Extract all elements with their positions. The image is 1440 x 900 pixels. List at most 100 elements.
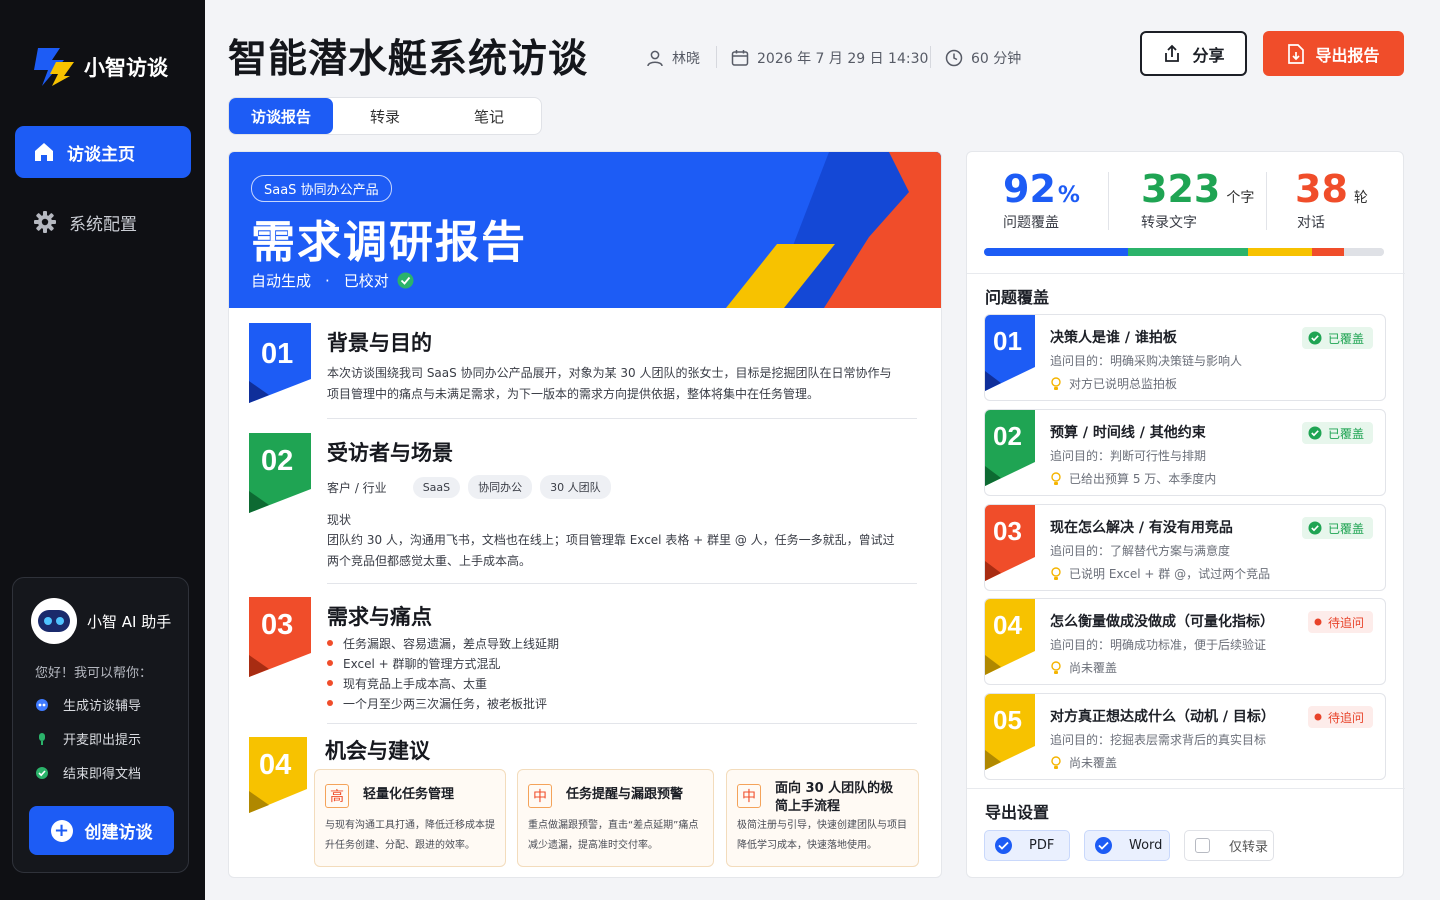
section-number-badge: 02 — [249, 433, 311, 513]
sidebar-item-home[interactable]: 访谈主页 — [15, 126, 191, 178]
coverage-panel: 92% 问题覆盖 323 个字 转录文字 38 轮 对话 问题覆盖 01 决策人是谁 … — [966, 151, 1405, 878]
divider — [327, 418, 917, 419]
question-note-text: 尚未覆盖 — [1069, 661, 1118, 675]
app-logo[interactable]: 小智访谈 — [30, 46, 168, 88]
checkmark-icon — [1095, 837, 1112, 854]
separator-dot: · — [325, 271, 330, 290]
divider — [1266, 172, 1267, 230]
progress-segment — [1128, 248, 1248, 256]
question-card[interactable]: 02 预算 / 时间线 / 其他约束 追问目的：判断可行性与排期 已给出预算 5 万、… — [984, 409, 1386, 496]
divider — [1108, 172, 1109, 230]
tag-chip: 协同办公 — [468, 475, 533, 499]
client-label: 客户 / 行业 — [327, 480, 387, 495]
coverage-status-label: 已覆盖 — [1327, 521, 1364, 536]
sidebar-item-label: 系统配置 — [69, 214, 137, 235]
product-tag: SaaS 协同办公产品 — [251, 175, 392, 202]
stat-value: 323 — [1141, 167, 1221, 211]
tab-report[interactable]: 访谈报告 — [229, 98, 333, 134]
assistant-item[interactable]: 开麦即出提示 — [35, 729, 141, 748]
interviewer-meta: 林晓 — [646, 48, 700, 68]
opportunity-card[interactable]: 中 面向 30 人团队的极简上手流程 极简注册与引导，快速创建团队与项目降低学习… — [726, 769, 919, 867]
datetime-meta: 2026 年 7 月 29 日 14:30 — [731, 48, 928, 68]
tab-transcript[interactable]: 转录 — [333, 98, 437, 134]
export-option-pdf[interactable]: PDF — [984, 830, 1070, 861]
export-settings-title: 导出设置 — [985, 803, 1050, 822]
section-number-badge: 03 — [249, 597, 311, 677]
stat-coverage: 92% 问题覆盖 — [1003, 166, 1080, 232]
opportunity-card[interactable]: 中 任务提醒与漏跟预警 重点做漏跟预警，直击“差点延期”痛点减少遗漏，提高准时交… — [517, 769, 714, 867]
list-item: 一个月至少两三次漏任务，被老板批评 — [327, 693, 559, 713]
opportunity-desc: 重点做漏跟预警，直击“差点延期”痛点减少遗漏，提高准时交付率。 — [528, 820, 699, 851]
question-card[interactable]: 03 现在怎么解决 / 有没有用竞品 追问目的：了解替代方案与满意度 已说明 Exce… — [984, 504, 1386, 591]
assistant-item-label: 生成访谈辅导 — [63, 699, 142, 714]
auto-generated-label: 自动生成 — [251, 272, 312, 290]
divider — [716, 46, 717, 68]
lightbulb-icon — [1051, 376, 1061, 390]
priority-badge: 高 — [325, 784, 349, 808]
checkbox-icon — [1195, 838, 1210, 853]
opportunity-desc: 与现有沟通工具打通，降低迁移成本提升任务创建、分配、跟进的效率。 — [325, 820, 495, 851]
question-card[interactable]: 05 对方真正想达成什么（动机 / 目标） 追问目的：挖掘表层需求背后的真实目标 尚未… — [984, 693, 1386, 780]
assistant-name: 小智 AI 助手 — [87, 612, 172, 631]
share-button[interactable]: 分享 — [1140, 31, 1247, 76]
assistant-item[interactable]: 结束即得文档 — [35, 763, 141, 782]
report-tabs: 访谈报告 转录 笔记 — [228, 97, 542, 135]
question-number: 01 — [993, 326, 1022, 356]
create-interview-button[interactable]: + 创建访谈 — [29, 806, 174, 855]
coverage-status-badge: 待追问 — [1307, 611, 1373, 633]
home-icon — [35, 143, 53, 161]
question-purpose: 追问目的：挖掘表层需求背后的真实目标 — [1050, 733, 1267, 747]
checkmark-icon — [995, 837, 1012, 854]
export-option-label: 仅转录 — [1229, 840, 1269, 855]
assistant-greeting: 您好！我可以帮你： — [35, 666, 153, 681]
pain-point-text: Excel + 群聊的管理方式混乱 — [343, 656, 501, 671]
question-number-badge: 03 — [985, 505, 1035, 581]
robot-avatar — [31, 598, 77, 644]
export-report-button[interactable]: 导出报告 — [1263, 31, 1404, 76]
share-icon — [1165, 44, 1180, 62]
section-number-badge: 01 — [249, 323, 311, 403]
priority-badge: 中 — [528, 784, 552, 808]
report-card: SaaS 协同办公产品 需求调研报告 自动生成 · 已校对 01 背景与目的 本… — [228, 151, 942, 878]
coverage-status-badge: 待追问 — [1307, 706, 1373, 728]
question-number-badge: 01 — [985, 315, 1035, 391]
logo-icon — [34, 48, 74, 86]
section-number: 02 — [261, 445, 293, 477]
interviewer-name: 林晓 — [672, 51, 700, 67]
question-note: 对方已说明总监拍板 — [1050, 375, 1177, 392]
question-card[interactable]: 01 决策人是谁 / 谁拍板 追问目的：明确采购决策链与影响人 对方已说明总监拍板 已覆… — [984, 314, 1386, 401]
coverage-status-badge: 已覆盖 — [1301, 422, 1373, 444]
list-item: 任务漏跟、容易遗漏，差点导致上线延期 — [327, 633, 559, 653]
sidebar-item-config[interactable]: 系统配置 — [15, 196, 191, 248]
opportunity-title: 任务提醒与漏跟预警 — [566, 787, 684, 802]
export-option-word[interactable]: Word — [1084, 830, 1170, 861]
check-circle-icon — [397, 272, 414, 289]
assistant-item[interactable]: 生成访谈辅导 — [35, 695, 141, 714]
client-row: 客户 / 行业 SaaS 协同办公 30 人团队 — [327, 475, 619, 499]
section-number: 03 — [261, 609, 293, 641]
question-card[interactable]: 04 怎么衡量做成没做成（可量化指标） 追问目的：明确成功标准，便于后续验证 尚未覆盖… — [984, 598, 1386, 685]
pain-point-list: 任务漏跟、容易遗漏，差点导致上线延期 Excel + 群聊的管理方式混乱 现有竞… — [327, 633, 559, 713]
checked-label: 已校对 — [343, 272, 389, 290]
divider — [967, 273, 1405, 274]
progress-segment — [1312, 248, 1344, 256]
coverage-status-badge: 已覆盖 — [1301, 327, 1373, 349]
user-icon — [647, 50, 663, 67]
question-number: 05 — [993, 705, 1022, 735]
opportunity-card[interactable]: 高 轻量化任务管理 与现有沟通工具打通，降低迁移成本提升任务创建、分配、跟进的效… — [314, 769, 506, 867]
coverage-status-badge: 已覆盖 — [1301, 517, 1373, 539]
tab-notes[interactable]: 笔记 — [437, 98, 541, 134]
gear-icon — [34, 211, 56, 233]
pain-point-text: 任务漏跟、容易遗漏，差点导致上线延期 — [343, 636, 560, 651]
stat-label: 问题覆盖 — [1003, 215, 1059, 231]
stat-value: 38 — [1295, 167, 1348, 211]
assistant-item-label: 结束即得文档 — [63, 767, 142, 782]
stat-unit: 个字 — [1226, 190, 1255, 206]
question-note: 已说明 Excel + 群 @，试过两个竞品 — [1050, 565, 1270, 582]
question-purpose: 追问目的：判断可行性与排期 — [1050, 449, 1207, 463]
export-option-transcript-only[interactable]: 仅转录 — [1184, 830, 1274, 861]
clock-icon — [945, 49, 963, 67]
list-item: 现有竞品上手成本高、太重 — [327, 673, 559, 693]
question-note-text: 已给出预算 5 万、本季度内 — [1069, 472, 1217, 486]
question-note-text: 已说明 Excel + 群 @，试过两个竞品 — [1069, 567, 1271, 581]
